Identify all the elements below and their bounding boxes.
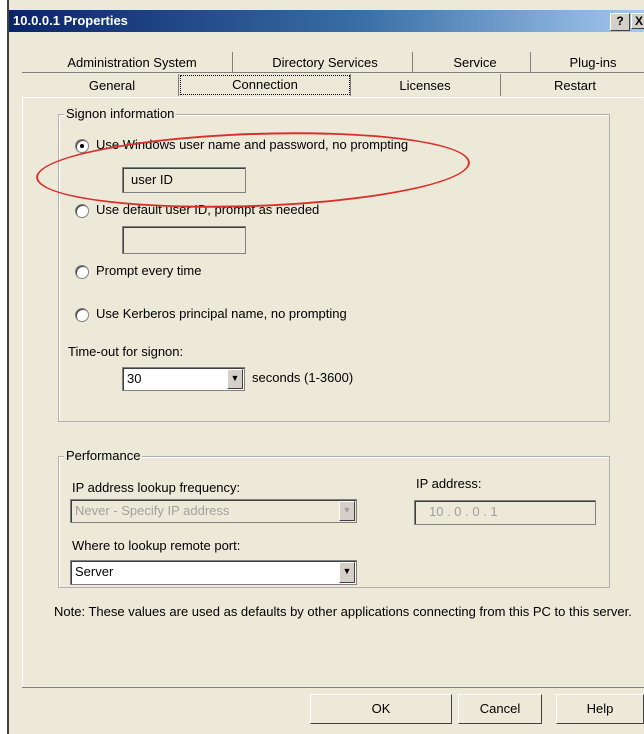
timeout-units: seconds (1-3600)	[252, 370, 354, 385]
close-icon[interactable]: X	[631, 13, 644, 29]
panel-bottom-border	[22, 687, 644, 688]
tab-separator	[350, 74, 351, 96]
window-border	[7, 0, 9, 734]
radio-default-user-id[interactable]	[75, 204, 89, 218]
radio-prompt-every-time-label: Prompt every time	[96, 263, 202, 278]
tab-service[interactable]: Service	[430, 54, 520, 72]
remote-port-value: Server	[75, 564, 114, 579]
tab-separator	[232, 52, 233, 72]
tab-separator	[500, 74, 501, 96]
chevron-down-icon: ▼	[339, 501, 355, 521]
window-title: 10.0.0.1 Properties	[13, 13, 128, 28]
tab-restart[interactable]: Restart	[520, 77, 630, 95]
help-button[interactable]: Help	[556, 694, 644, 724]
tab-directory-services[interactable]: Directory Services	[250, 54, 400, 72]
tab-licenses[interactable]: Licenses	[370, 77, 480, 95]
tab-row-line	[22, 72, 644, 73]
lookup-frequency-select: Never - Specify IP address ▼	[70, 499, 357, 523]
remote-port-label: Where to lookup remote port:	[72, 538, 241, 553]
help-icon[interactable]: ?	[610, 13, 630, 31]
chevron-down-icon[interactable]: ▼	[339, 562, 355, 583]
tab-plug-ins[interactable]: Plug-ins	[548, 54, 638, 72]
tab-separator	[412, 52, 413, 72]
cancel-button[interactable]: Cancel	[458, 694, 542, 724]
tab-general[interactable]: General	[62, 77, 162, 95]
tab-separator	[178, 74, 179, 96]
ok-button[interactable]: OK	[310, 694, 452, 724]
timeout-label: Time-out for signon:	[68, 344, 184, 359]
tab-administration-system[interactable]: Administration System	[52, 54, 212, 72]
ip-address-field: 10 . 0 . 0 . 1	[414, 500, 596, 525]
timeout-select[interactable]: 30 ▼	[122, 367, 245, 391]
signon-legend: Signon information	[64, 106, 177, 121]
default-user-id-field[interactable]	[122, 226, 246, 254]
timeout-value: 30	[127, 371, 142, 386]
performance-legend: Performance	[64, 448, 143, 463]
properties-dialog: 10.0.0.1 Properties ? X Administration S…	[0, 0, 644, 734]
ip-address-label: IP address:	[416, 476, 482, 491]
tab-separator	[530, 52, 531, 72]
lookup-frequency-label: IP address lookup frequency:	[72, 480, 241, 495]
radio-kerberos-label: Use Kerberos principal name, no promptin…	[96, 306, 347, 321]
window-left-edge	[0, 0, 7, 734]
lookup-frequency-value: Never - Specify IP address	[75, 503, 230, 518]
tab-connection[interactable]: Connection	[180, 75, 350, 95]
radio-kerberos[interactable]	[75, 308, 89, 322]
defaults-note: Note: These values are used as defaults …	[54, 604, 632, 619]
radio-prompt-every-time[interactable]	[75, 265, 89, 279]
chevron-down-icon[interactable]: ▼	[227, 369, 243, 389]
remote-port-select[interactable]: Server ▼	[70, 560, 357, 585]
title-bar[interactable]: 10.0.0.1 Properties	[9, 10, 644, 32]
